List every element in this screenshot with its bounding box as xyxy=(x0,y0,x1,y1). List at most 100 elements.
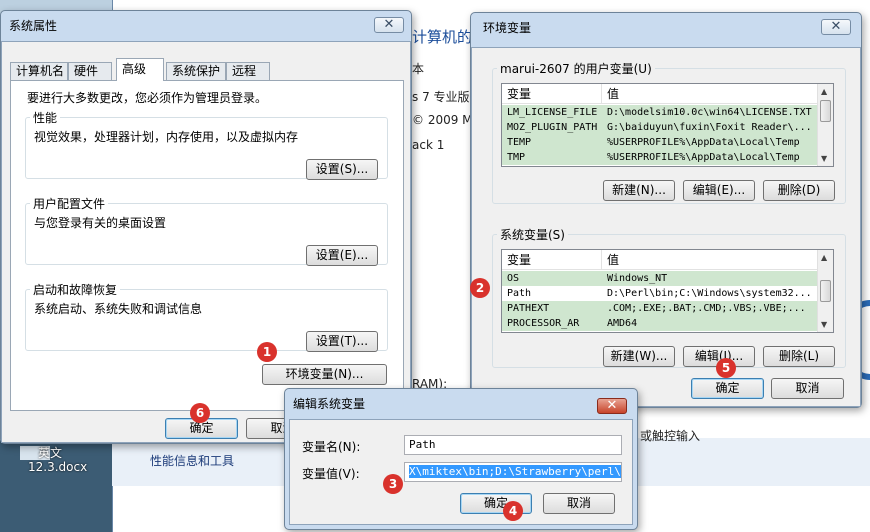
admin-note: 要进行大多数更改，您必须作为管理员登录。 xyxy=(27,91,268,105)
scroll-thumb[interactable] xyxy=(820,100,831,122)
user-vars-group: marui-2607 的用户变量(U) 变量 值 LM_LICENSE_FILE… xyxy=(492,60,846,204)
var-value: G:\baiduyun\fuxin\Foxit Reader\... xyxy=(607,122,812,133)
variable-value-label: 变量值(V): xyxy=(302,467,360,481)
var-name: TMP xyxy=(507,152,526,163)
user-vars-label: marui-2607 的用户变量(U) xyxy=(497,60,655,77)
column-header-value[interactable]: 值 xyxy=(602,250,819,270)
table-row[interactable]: PROCESSOR_AR AMD64 xyxy=(502,316,817,331)
system-vars-label: 系统变量(S) xyxy=(497,226,568,243)
system-info-title: 计算机的 xyxy=(412,28,473,46)
close-icon[interactable]: ✕ xyxy=(821,19,851,35)
var-name: Path xyxy=(507,288,532,299)
dialog-title: 系统属性 xyxy=(9,19,58,33)
list-header: 变量 值 xyxy=(502,250,817,270)
var-value: %USERPROFILE%\AppData\Local\Temp xyxy=(607,137,800,148)
scroll-down-icon[interactable]: ▼ xyxy=(821,154,827,163)
close-icon[interactable]: ✕ xyxy=(374,17,404,33)
profiles-group: 用户配置文件 与您登录有关的桌面设置 设置(E)... xyxy=(25,195,388,266)
scroll-up-icon[interactable]: ▲ xyxy=(821,87,827,96)
var-value: Windows_NT xyxy=(607,273,668,284)
step-marker-3: 3 xyxy=(383,474,403,494)
scroll-up-icon[interactable]: ▲ xyxy=(821,253,827,262)
startup-label: 启动和故障恢复 xyxy=(30,281,121,298)
performance-label: 性能 xyxy=(30,109,61,126)
column-header-variable[interactable]: 变量 xyxy=(502,84,602,104)
var-value: D:\Perl\bin;C:\Windows\system32... xyxy=(607,288,812,299)
step-marker-4: 4 xyxy=(503,501,523,521)
environment-variables-dialog: 环境变量 ✕ marui-2607 的用户变量(U) 变量 值 LM_LICEN… xyxy=(470,12,862,408)
system-delete-button[interactable]: 删除(L) xyxy=(763,346,835,367)
user-new-button[interactable]: 新建(N)... xyxy=(603,180,675,201)
startup-settings-button[interactable]: 设置(T)... xyxy=(306,331,378,352)
performance-settings-button[interactable]: 设置(S)... xyxy=(306,159,378,180)
edit-system-variable-dialog: 编辑系统变量 ✕ 变量名(N): Path 变量值(V): X\miktex\b… xyxy=(284,388,638,530)
step-marker-1: 1 xyxy=(257,342,277,362)
profiles-desc: 与您登录有关的桌面设置 xyxy=(34,216,167,230)
tab-remote[interactable]: 远程 xyxy=(226,62,270,80)
user-delete-button[interactable]: 删除(D) xyxy=(763,180,835,201)
system-vars-group: 系统变量(S) 变量 值 OS Windows_NT Path D:\Perl\… xyxy=(492,226,846,368)
column-header-variable[interactable]: 变量 xyxy=(502,250,602,270)
profiles-settings-button[interactable]: 设置(E)... xyxy=(306,245,378,266)
performance-group: 性能 视觉效果，处理器计划，内存使用，以及虚拟内存 设置(S)... xyxy=(25,109,388,180)
tab-system-protection[interactable]: 系统保护 xyxy=(166,62,226,80)
var-value: AMD64 xyxy=(607,318,638,329)
bg-text: ack 1 xyxy=(412,138,445,152)
step-marker-6: 6 xyxy=(190,403,210,423)
bg-text: s 7 专业版 xyxy=(412,90,470,104)
profiles-label: 用户配置文件 xyxy=(30,195,109,212)
step-marker-5: 5 xyxy=(716,358,736,378)
close-icon[interactable]: ✕ xyxy=(597,398,627,414)
table-row[interactable]: PATHEXT .COM;.EXE;.BAT;.CMD;.VBS;.VBE;..… xyxy=(502,301,817,316)
system-properties-dialog: 系统属性 ✕ 计算机名 硬件 高级 系统保护 远程 要进行大多数更改，您必须作为… xyxy=(0,10,412,444)
var-value: %USERPROFILE%\AppData\Local\Temp xyxy=(607,152,800,163)
tab-computer-name[interactable]: 计算机名 xyxy=(10,62,68,80)
var-name: PROCESSOR_AR xyxy=(507,318,580,329)
var-name: OS xyxy=(507,273,520,284)
var-name: TEMP xyxy=(507,137,532,148)
bg-text: 本 xyxy=(412,62,425,76)
var-name: MOZ_PLUGIN_PATH xyxy=(507,122,598,133)
dialog-title: 编辑系统变量 xyxy=(293,397,366,411)
perf-tools-link[interactable]: 性能信息和工具 xyxy=(150,452,234,469)
vertical-scrollbar[interactable]: ▲ ▼ xyxy=(817,84,833,166)
dialog-body: 计算机名 硬件 高级 系统保护 远程 要进行大多数更改，您必须作为管理员登录。 … xyxy=(1,41,411,443)
ok-button[interactable]: 确定 xyxy=(691,378,764,399)
table-row[interactable]: TMP %USERPROFILE%\AppData\Local\Temp xyxy=(502,150,817,165)
dialog-body: marui-2607 的用户变量(U) 变量 值 LM_LICENSE_FILE… xyxy=(471,47,861,407)
table-row[interactable]: MOZ_PLUGIN_PATH G:\baiduyun\fuxin\Foxit … xyxy=(502,120,817,135)
cancel-button[interactable]: 取消 xyxy=(543,493,615,514)
user-edit-button[interactable]: 编辑(E)... xyxy=(683,180,755,201)
vertical-scrollbar[interactable]: ▲ ▼ xyxy=(817,250,833,332)
tab-hardware[interactable]: 硬件 xyxy=(68,62,112,80)
bg-text: 或触控输入 xyxy=(640,429,701,443)
cancel-button[interactable]: 取消 xyxy=(771,378,844,399)
selected-text: X\miktex\bin;D:\Strawberry\perl\bin xyxy=(409,465,621,478)
step-marker-2: 2 xyxy=(470,278,490,298)
dialog-title: 环境变量 xyxy=(483,21,532,35)
user-vars-list[interactable]: 变量 值 LM_LICENSE_FILE D:\modelsim10.0c\wi… xyxy=(501,83,834,167)
variable-name-label: 变量名(N): xyxy=(302,440,361,454)
system-new-button[interactable]: 新建(W)... xyxy=(603,346,675,367)
startup-desc: 系统启动、系统失败和调试信息 xyxy=(34,302,203,316)
desktop-icon-label: 12.3.docx xyxy=(28,460,88,474)
var-name: PATHEXT xyxy=(507,303,550,314)
scroll-thumb[interactable] xyxy=(820,280,831,302)
var-value: D:\modelsim10.0c\win64\LICENSE.TXT xyxy=(607,107,812,118)
column-header-value[interactable]: 值 xyxy=(602,84,819,104)
desktop-icon-label: 英文 xyxy=(38,446,63,460)
environment-variables-button[interactable]: 环境变量(N)... xyxy=(262,364,387,385)
variable-value-input[interactable]: X\miktex\bin;D:\Strawberry\perl\bin xyxy=(404,462,622,482)
var-name: LM_LICENSE_FILE xyxy=(507,107,598,118)
table-row[interactable]: TEMP %USERPROFILE%\AppData\Local\Temp xyxy=(502,135,817,150)
startup-group: 启动和故障恢复 系统启动、系统失败和调试信息 设置(T)... xyxy=(25,281,388,352)
bg-text: © 2009 M xyxy=(412,113,473,127)
table-row[interactable]: Path D:\Perl\bin;C:\Windows\system32... xyxy=(502,286,817,301)
system-vars-list[interactable]: 变量 值 OS Windows_NT Path D:\Perl\bin;C:\W… xyxy=(501,249,834,333)
advanced-tab-page: 要进行大多数更改，您必须作为管理员登录。 性能 视觉效果，处理器计划，内存使用，… xyxy=(10,80,404,411)
tab-advanced[interactable]: 高级 xyxy=(116,58,164,81)
scroll-down-icon[interactable]: ▼ xyxy=(821,320,827,329)
variable-name-input[interactable]: Path xyxy=(404,435,622,455)
table-row[interactable]: OS Windows_NT xyxy=(502,271,817,286)
table-row[interactable]: LM_LICENSE_FILE D:\modelsim10.0c\win64\L… xyxy=(502,105,817,120)
